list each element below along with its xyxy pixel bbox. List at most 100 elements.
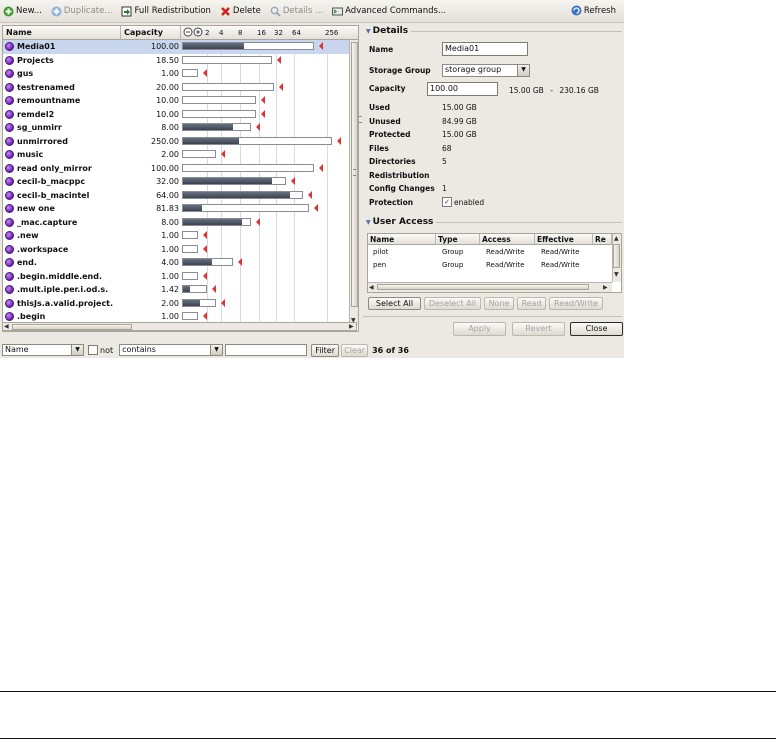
deselect-all-button[interactable]: Deselect All bbox=[424, 297, 481, 310]
capacity-bar-track bbox=[182, 69, 198, 77]
table-row[interactable]: .begin.middle.end. 1.00 bbox=[3, 270, 349, 284]
capacity-bar bbox=[182, 135, 348, 149]
capacity-bar-used bbox=[183, 218, 242, 225]
table-row[interactable]: .workspace 1.00 bbox=[3, 243, 349, 257]
table-row[interactable]: end. 4.00 bbox=[3, 256, 349, 270]
table-row[interactable]: cecil-b_macppc 32.00 bbox=[3, 175, 349, 189]
table-row[interactable]: music 2.00 bbox=[3, 148, 349, 162]
ua-vertical-scrollbar[interactable]: ▲ ▼ bbox=[612, 234, 621, 282]
select-all-button[interactable]: Select All bbox=[368, 297, 421, 310]
none-button[interactable]: None bbox=[484, 297, 514, 310]
table-row[interactable]: Media01 100.00 bbox=[3, 40, 349, 54]
ua-horizontal-scroll-thumb[interactable] bbox=[377, 284, 589, 290]
column-header-name[interactable]: Name bbox=[3, 26, 121, 39]
zoom-in-icon[interactable] bbox=[193, 27, 203, 39]
filter-text-input[interactable] bbox=[225, 344, 308, 356]
scroll-left-arrow-icon[interactable]: ◀ bbox=[4, 323, 9, 330]
scroll-right-arrow-icon[interactable]: ▶ bbox=[603, 284, 608, 291]
ua-column-access[interactable]: Access bbox=[480, 234, 535, 245]
workspace-name: new one bbox=[17, 204, 55, 213]
read-write-button[interactable]: Read/Write bbox=[549, 297, 603, 310]
table-row[interactable]: remdel2 10.00 bbox=[3, 108, 349, 122]
apply-button[interactable]: Apply bbox=[453, 322, 506, 336]
table-row[interactable]: _mac.capture 8.00 bbox=[3, 216, 349, 230]
workspace-name-cell: .workspace bbox=[5, 243, 121, 257]
ua-vertical-scroll-thumb[interactable] bbox=[613, 244, 620, 268]
scale-tick-label: 2 bbox=[205, 29, 210, 37]
vertical-scroll-thumb[interactable] bbox=[351, 42, 358, 307]
capacity-bar-track bbox=[182, 231, 198, 239]
collapse-triangle-icon: ▼ bbox=[366, 218, 371, 226]
capacity-bar bbox=[182, 175, 348, 189]
not-checkbox[interactable] bbox=[88, 345, 98, 355]
workspace-icon bbox=[5, 312, 14, 322]
revert-button[interactable]: Revert bbox=[512, 322, 565, 336]
pane-splitter[interactable] bbox=[359, 22, 362, 358]
refresh-label: Refresh bbox=[583, 5, 616, 16]
delete-button[interactable]: Delete bbox=[220, 6, 261, 17]
table-row[interactable]: cecil-b_macintel 64.00 bbox=[3, 189, 349, 203]
storage-group-select[interactable]: storage group ▼ bbox=[442, 64, 530, 77]
horizontal-scroll-thumb[interactable] bbox=[12, 324, 132, 330]
capacity-field[interactable]: 100.00 bbox=[427, 82, 498, 96]
workspace-name: .new bbox=[17, 231, 39, 240]
table-row[interactable]: new one 81.83 bbox=[3, 202, 349, 216]
protection-checkbox[interactable]: ✓ bbox=[442, 197, 452, 207]
full-redistribution-button[interactable]: Full Redistribution bbox=[121, 6, 211, 17]
table-row[interactable]: thisJs.a.valid.project. 2.00 bbox=[3, 297, 349, 311]
workspace-icon bbox=[5, 190, 14, 200]
filter-button[interactable]: Filter bbox=[311, 343, 340, 357]
ua-horizontal-scrollbar[interactable]: ◀ ▶ bbox=[368, 282, 612, 292]
workspace-capacity-cell: 1.00 bbox=[161, 271, 179, 281]
workspace-name-cell: _mac.capture bbox=[5, 216, 121, 230]
table-row[interactable]: remountname 10.00 bbox=[3, 94, 349, 108]
new-button[interactable]: New... bbox=[3, 6, 42, 17]
ua-cell-effective: Read/Write bbox=[541, 261, 580, 269]
table-row[interactable]: .mult.iple.per.i.od.s. 1.42 bbox=[3, 283, 349, 297]
table-row[interactable]: .new 1.00 bbox=[3, 229, 349, 243]
ua-column-re[interactable]: Re bbox=[593, 234, 612, 245]
filter-operator-select[interactable]: contains ▼ bbox=[119, 344, 224, 356]
table-row[interactable]: pen Group Read/Write Read/Write bbox=[368, 260, 612, 271]
ua-column-type[interactable]: Type bbox=[436, 234, 480, 245]
vertical-scrollbar[interactable]: ▼ bbox=[349, 40, 358, 326]
refresh-button[interactable]: Refresh bbox=[571, 5, 616, 16]
close-button[interactable]: Close bbox=[570, 322, 623, 336]
scroll-right-arrow-icon[interactable]: ▶ bbox=[349, 323, 354, 330]
details-button[interactable]: Details ... bbox=[270, 6, 323, 17]
table-row[interactable]: testrenamed 20.00 bbox=[3, 81, 349, 95]
collapse-triangle-icon: ▼ bbox=[366, 27, 371, 35]
scroll-down-arrow-icon[interactable]: ▼ bbox=[614, 271, 619, 278]
protection-value: enabled bbox=[454, 197, 485, 207]
table-row[interactable]: gus 1.00 bbox=[3, 67, 349, 81]
workspace-name-cell: cecil-b_macintel bbox=[5, 189, 121, 203]
capacity-bar bbox=[182, 216, 348, 230]
capacity-bar-used bbox=[183, 299, 201, 306]
column-header-capacity[interactable]: Capacity bbox=[121, 26, 181, 39]
zoom-out-icon[interactable] bbox=[183, 27, 193, 39]
table-row[interactable]: pilot Group Read/Write Read/Write bbox=[368, 247, 612, 258]
table-row[interactable]: unmirrored 250.00 bbox=[3, 135, 349, 149]
scroll-left-arrow-icon[interactable]: ◀ bbox=[369, 284, 374, 291]
table-row[interactable]: read only_mirror 100.00 bbox=[3, 162, 349, 176]
page-rule-bottom bbox=[0, 738, 776, 739]
scroll-up-arrow-icon[interactable]: ▲ bbox=[614, 235, 619, 242]
details-section-header[interactable]: ▼ Details bbox=[363, 26, 412, 36]
table-row[interactable]: sg_unmirr 8.00 bbox=[3, 121, 349, 135]
clear-button[interactable]: Clear bbox=[341, 343, 369, 357]
duplicate-button[interactable]: Duplicate... bbox=[51, 6, 112, 17]
workspace-capacity-cell: 100.00 bbox=[151, 42, 179, 51]
workspace-icon bbox=[5, 204, 14, 214]
max-capacity-marker-icon bbox=[290, 177, 295, 185]
table-row[interactable]: Projects 18.50 bbox=[3, 54, 349, 68]
filter-field-select[interactable]: Name ▼ bbox=[2, 344, 84, 356]
name-field[interactable]: Media01 bbox=[442, 42, 528, 56]
new-label: New... bbox=[16, 6, 42, 16]
capacity-bar bbox=[182, 94, 348, 108]
user-access-section-header[interactable]: ▼ User Access bbox=[363, 217, 437, 227]
advanced-commands-button[interactable]: Advanced Commands... bbox=[332, 6, 446, 17]
ua-column-name[interactable]: Name bbox=[368, 234, 436, 245]
read-button[interactable]: Read bbox=[517, 297, 546, 310]
ua-column-effective[interactable]: Effective bbox=[535, 234, 593, 245]
horizontal-scrollbar[interactable]: ◀ ▶ bbox=[2, 322, 357, 331]
